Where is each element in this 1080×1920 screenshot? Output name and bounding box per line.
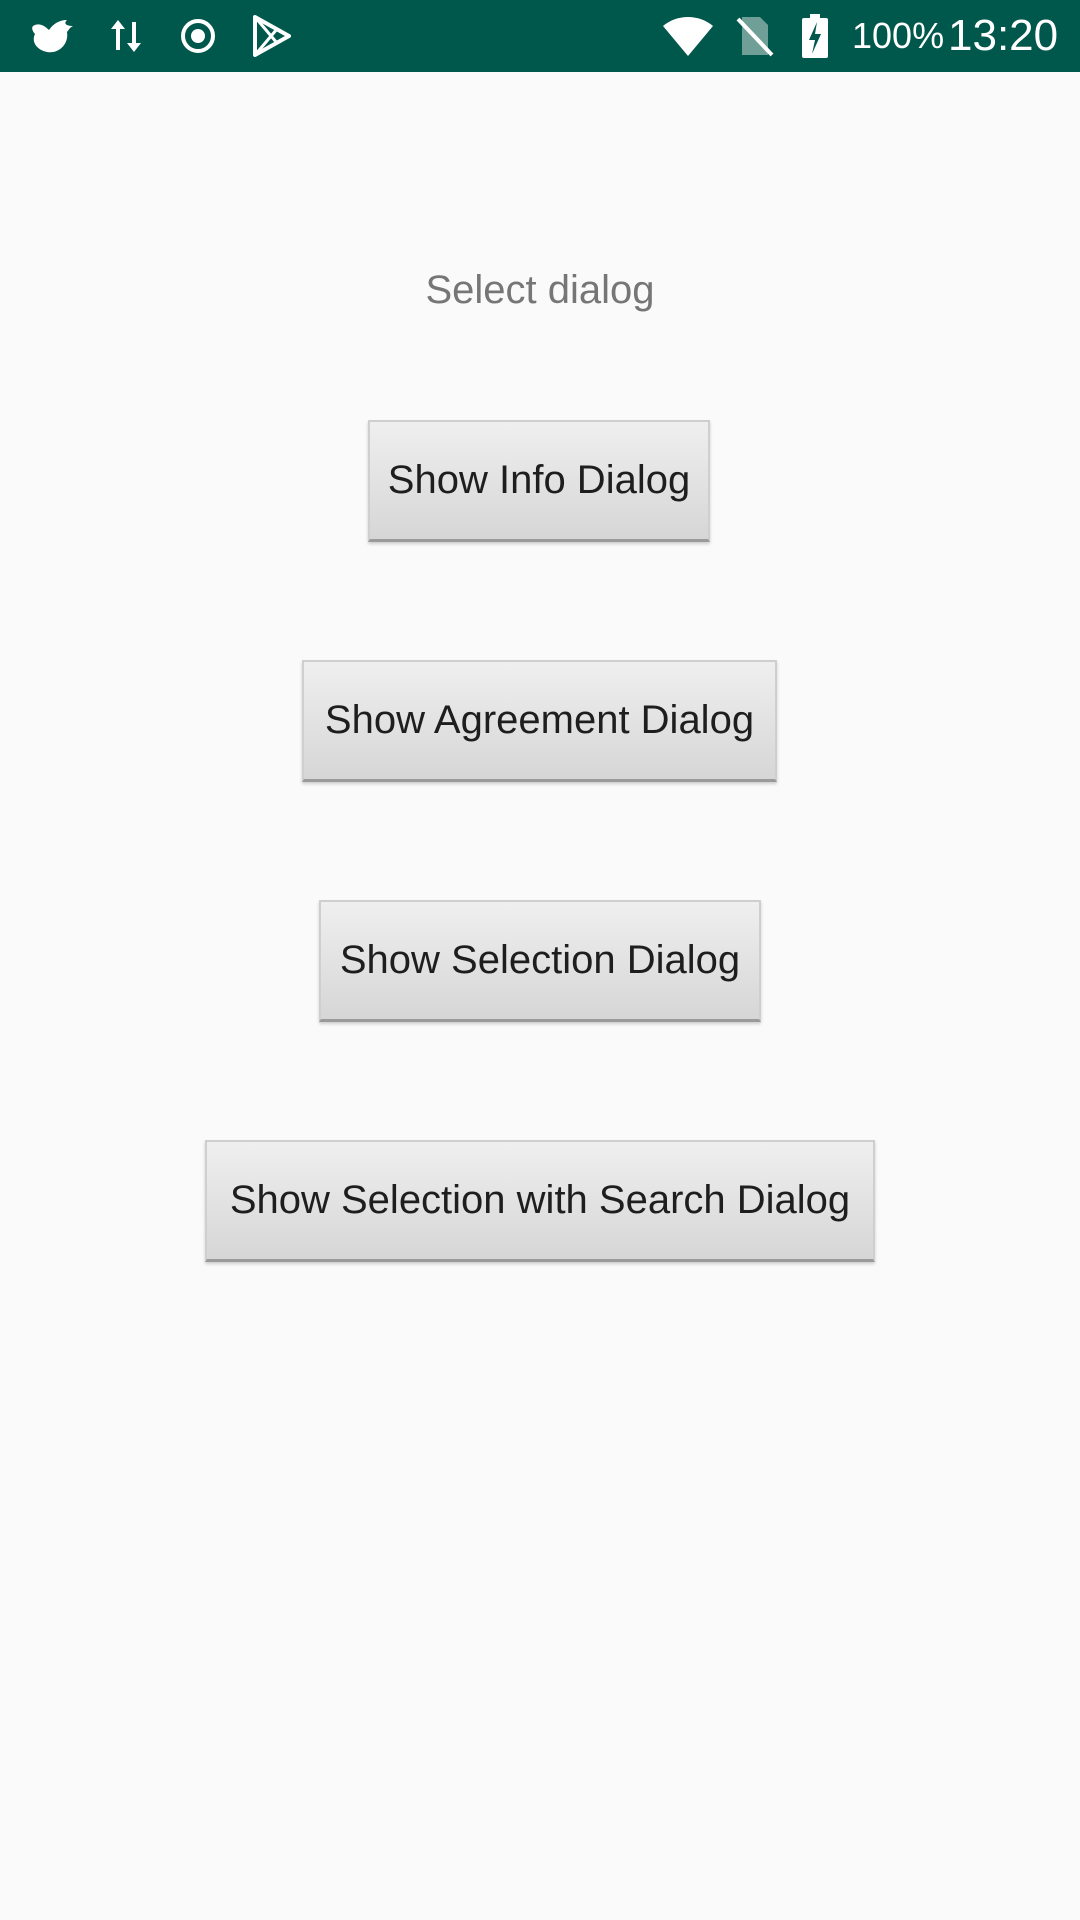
no-sim-icon bbox=[734, 0, 774, 72]
battery-percent: 100% bbox=[852, 15, 945, 56]
clock: 13:20 bbox=[948, 11, 1059, 60]
status-bar: 100% 13:20 bbox=[0, 0, 1080, 72]
show-selection-dialog-button[interactable]: Show Selection Dialog bbox=[319, 900, 761, 1022]
wifi-icon bbox=[660, 0, 716, 72]
show-selection-with-search-dialog-button[interactable]: Show Selection with Search Dialog bbox=[205, 1140, 875, 1262]
show-info-dialog-button[interactable]: Show Info Dialog bbox=[368, 420, 710, 542]
play-store-icon bbox=[250, 0, 292, 72]
data-transfer-icon bbox=[108, 0, 144, 72]
bird-icon bbox=[28, 0, 80, 72]
record-icon bbox=[178, 0, 218, 72]
battery-charging-icon bbox=[800, 0, 830, 72]
main-content: Select dialog Show Info Dialog Show Agre… bbox=[0, 72, 1080, 1920]
show-agreement-dialog-button[interactable]: Show Agreement Dialog bbox=[302, 660, 777, 782]
page-title: Select dialog bbox=[425, 268, 655, 312]
